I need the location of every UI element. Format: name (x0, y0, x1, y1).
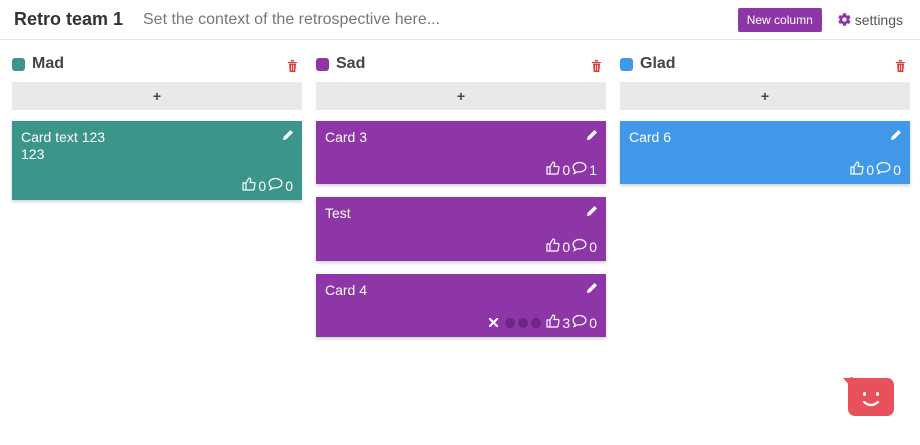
edit-card-button[interactable] (586, 128, 598, 146)
add-card-button[interactable]: + (12, 82, 302, 110)
speech-bubble-icon (572, 161, 587, 175)
speech-bubble-icon (268, 177, 283, 191)
edit-card-button[interactable] (282, 128, 294, 146)
add-card-button[interactable]: + (316, 82, 606, 110)
comment-button[interactable] (876, 161, 891, 178)
comment-button[interactable] (572, 161, 587, 178)
speech-bubble-icon (572, 238, 587, 252)
thumbs-up-icon (546, 238, 561, 252)
vote-extras (488, 315, 542, 331)
column-header: Mad (12, 52, 302, 76)
card-text: Card 3 (325, 129, 368, 145)
card-footer: 0 1 (546, 161, 599, 178)
column-title[interactable]: Glad (640, 55, 676, 73)
comment-count: 0 (285, 177, 293, 194)
column-mad: Mad + Card text 123 123 0 0 (12, 52, 302, 337)
add-card-button[interactable]: + (620, 82, 910, 110)
card[interactable]: Card 4 3 0 (316, 274, 606, 337)
pencil-icon (587, 130, 597, 140)
top-bar: Retro team 1 Set the context of the retr… (0, 0, 920, 40)
board-title[interactable]: Retro team 1 (14, 9, 143, 30)
settings-label: settings (854, 11, 903, 28)
comment-count: 0 (893, 161, 901, 178)
like-button[interactable] (242, 177, 257, 194)
trash-icon (592, 60, 601, 72)
close-icon (489, 317, 499, 327)
column-color-swatch[interactable] (316, 57, 329, 71)
like-button[interactable] (546, 238, 561, 255)
card[interactable]: Test 0 0 (316, 197, 606, 261)
card-text: Card 6 (629, 129, 672, 145)
pencil-icon (587, 283, 597, 293)
edit-card-button[interactable] (586, 281, 598, 299)
like-count: 0 (866, 161, 875, 178)
comment-count: 0 (589, 238, 597, 255)
column-glad: Glad + Card 6 0 0 (620, 52, 910, 337)
speech-bubble-icon (572, 314, 587, 328)
voter-dot (518, 317, 529, 328)
like-count: 3 (562, 314, 571, 331)
settings-button[interactable]: settings (837, 12, 903, 28)
like-count: 0 (258, 177, 267, 194)
speech-bubble-icon (876, 161, 891, 175)
thumbs-up-icon (242, 177, 257, 191)
trash-icon (896, 60, 905, 72)
edit-card-button[interactable] (890, 128, 902, 146)
pencil-icon (587, 206, 597, 216)
card-text: Card text 123 123 (21, 129, 106, 162)
clear-votes-button[interactable] (488, 315, 499, 331)
trash-icon (288, 60, 297, 72)
chat-bot-icon (843, 377, 894, 416)
column-header: Sad (316, 52, 606, 76)
new-column-button[interactable]: New column (737, 7, 822, 32)
like-count: 0 (562, 238, 571, 255)
column-sad: Sad + Card 3 0 1 Test 0 0 Card 4 3 0 (316, 52, 606, 337)
column-header: Glad (620, 52, 910, 76)
card-footer: 0 0 (546, 238, 599, 255)
comment-count: 0 (589, 314, 597, 331)
chat-widget-button[interactable] (843, 377, 894, 417)
card[interactable]: Card 3 0 1 (316, 121, 606, 184)
thumbs-up-icon (546, 161, 561, 175)
column-color-swatch[interactable] (620, 57, 633, 71)
card-footer: 3 0 (488, 314, 599, 331)
delete-column-button[interactable] (591, 59, 602, 77)
card[interactable]: Card 6 0 0 (620, 121, 910, 184)
column-title[interactable]: Sad (336, 55, 365, 73)
card-text: Card 4 (325, 282, 368, 298)
thumbs-up-icon (546, 314, 561, 328)
card-footer: 0 0 (850, 161, 903, 178)
comment-button[interactable] (268, 177, 283, 194)
like-button[interactable] (850, 161, 865, 178)
comment-button[interactable] (572, 238, 587, 255)
voter-dot (505, 317, 516, 328)
card[interactable]: Card text 123 123 0 0 (12, 121, 302, 200)
retro-context-input[interactable]: Set the context of the retrospective her… (143, 11, 738, 29)
like-button[interactable] (546, 314, 561, 331)
delete-column-button[interactable] (287, 59, 298, 77)
column-color-swatch[interactable] (12, 57, 25, 71)
comment-button[interactable] (572, 314, 587, 331)
edit-card-button[interactable] (586, 204, 598, 222)
card-text: Test (325, 205, 351, 221)
comment-count: 1 (589, 161, 597, 178)
like-count: 0 (562, 161, 571, 178)
card-footer: 0 0 (242, 177, 295, 194)
thumbs-up-icon (850, 161, 865, 175)
delete-column-button[interactable] (895, 59, 906, 77)
voter-dot (531, 317, 542, 328)
pencil-icon (283, 130, 293, 140)
board: Mad + Card text 123 123 0 0 Sad + Card 3… (12, 52, 910, 337)
gear-icon (838, 13, 851, 26)
like-button[interactable] (546, 161, 561, 178)
pencil-icon (891, 130, 901, 140)
column-title[interactable]: Mad (32, 55, 64, 73)
